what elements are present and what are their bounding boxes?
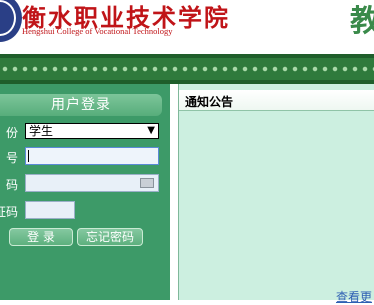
login-button[interactable]: 登 录: [9, 228, 73, 246]
decorative-band: [0, 54, 374, 84]
password-input[interactable]: [25, 174, 159, 192]
captcha-input[interactable]: [25, 201, 75, 219]
identity-value: 学生: [29, 124, 54, 138]
forgot-password-button[interactable]: 忘记密码: [77, 228, 143, 246]
account-input[interactable]: [25, 147, 159, 165]
captcha-label: 证码: [0, 205, 18, 219]
notice-header: 通知公告: [179, 90, 374, 111]
identity-select[interactable]: 学生 ▼: [25, 123, 159, 139]
notice-title: 通知公告: [185, 95, 234, 109]
system-title: 教: [350, 4, 374, 39]
account-label: 号: [5, 151, 18, 165]
text-caret: [28, 150, 29, 162]
notice-panel: 通知公告: [178, 84, 374, 300]
more-link[interactable]: 查看更: [336, 288, 372, 305]
school-logo: [0, 0, 22, 42]
login-panel: [0, 84, 170, 300]
site-header: 衡水职业技术学院 Hengshui College of Vocational …: [0, 0, 374, 54]
password-label: 码: [5, 178, 18, 192]
login-title: 用户登录: [0, 94, 162, 116]
identity-label: 份: [5, 126, 18, 140]
keyboard-icon[interactable]: [140, 178, 154, 188]
dropdown-arrow-icon: ▼: [147, 125, 155, 136]
school-name-en: Hengshui College of Vocational Technolog…: [22, 26, 173, 36]
